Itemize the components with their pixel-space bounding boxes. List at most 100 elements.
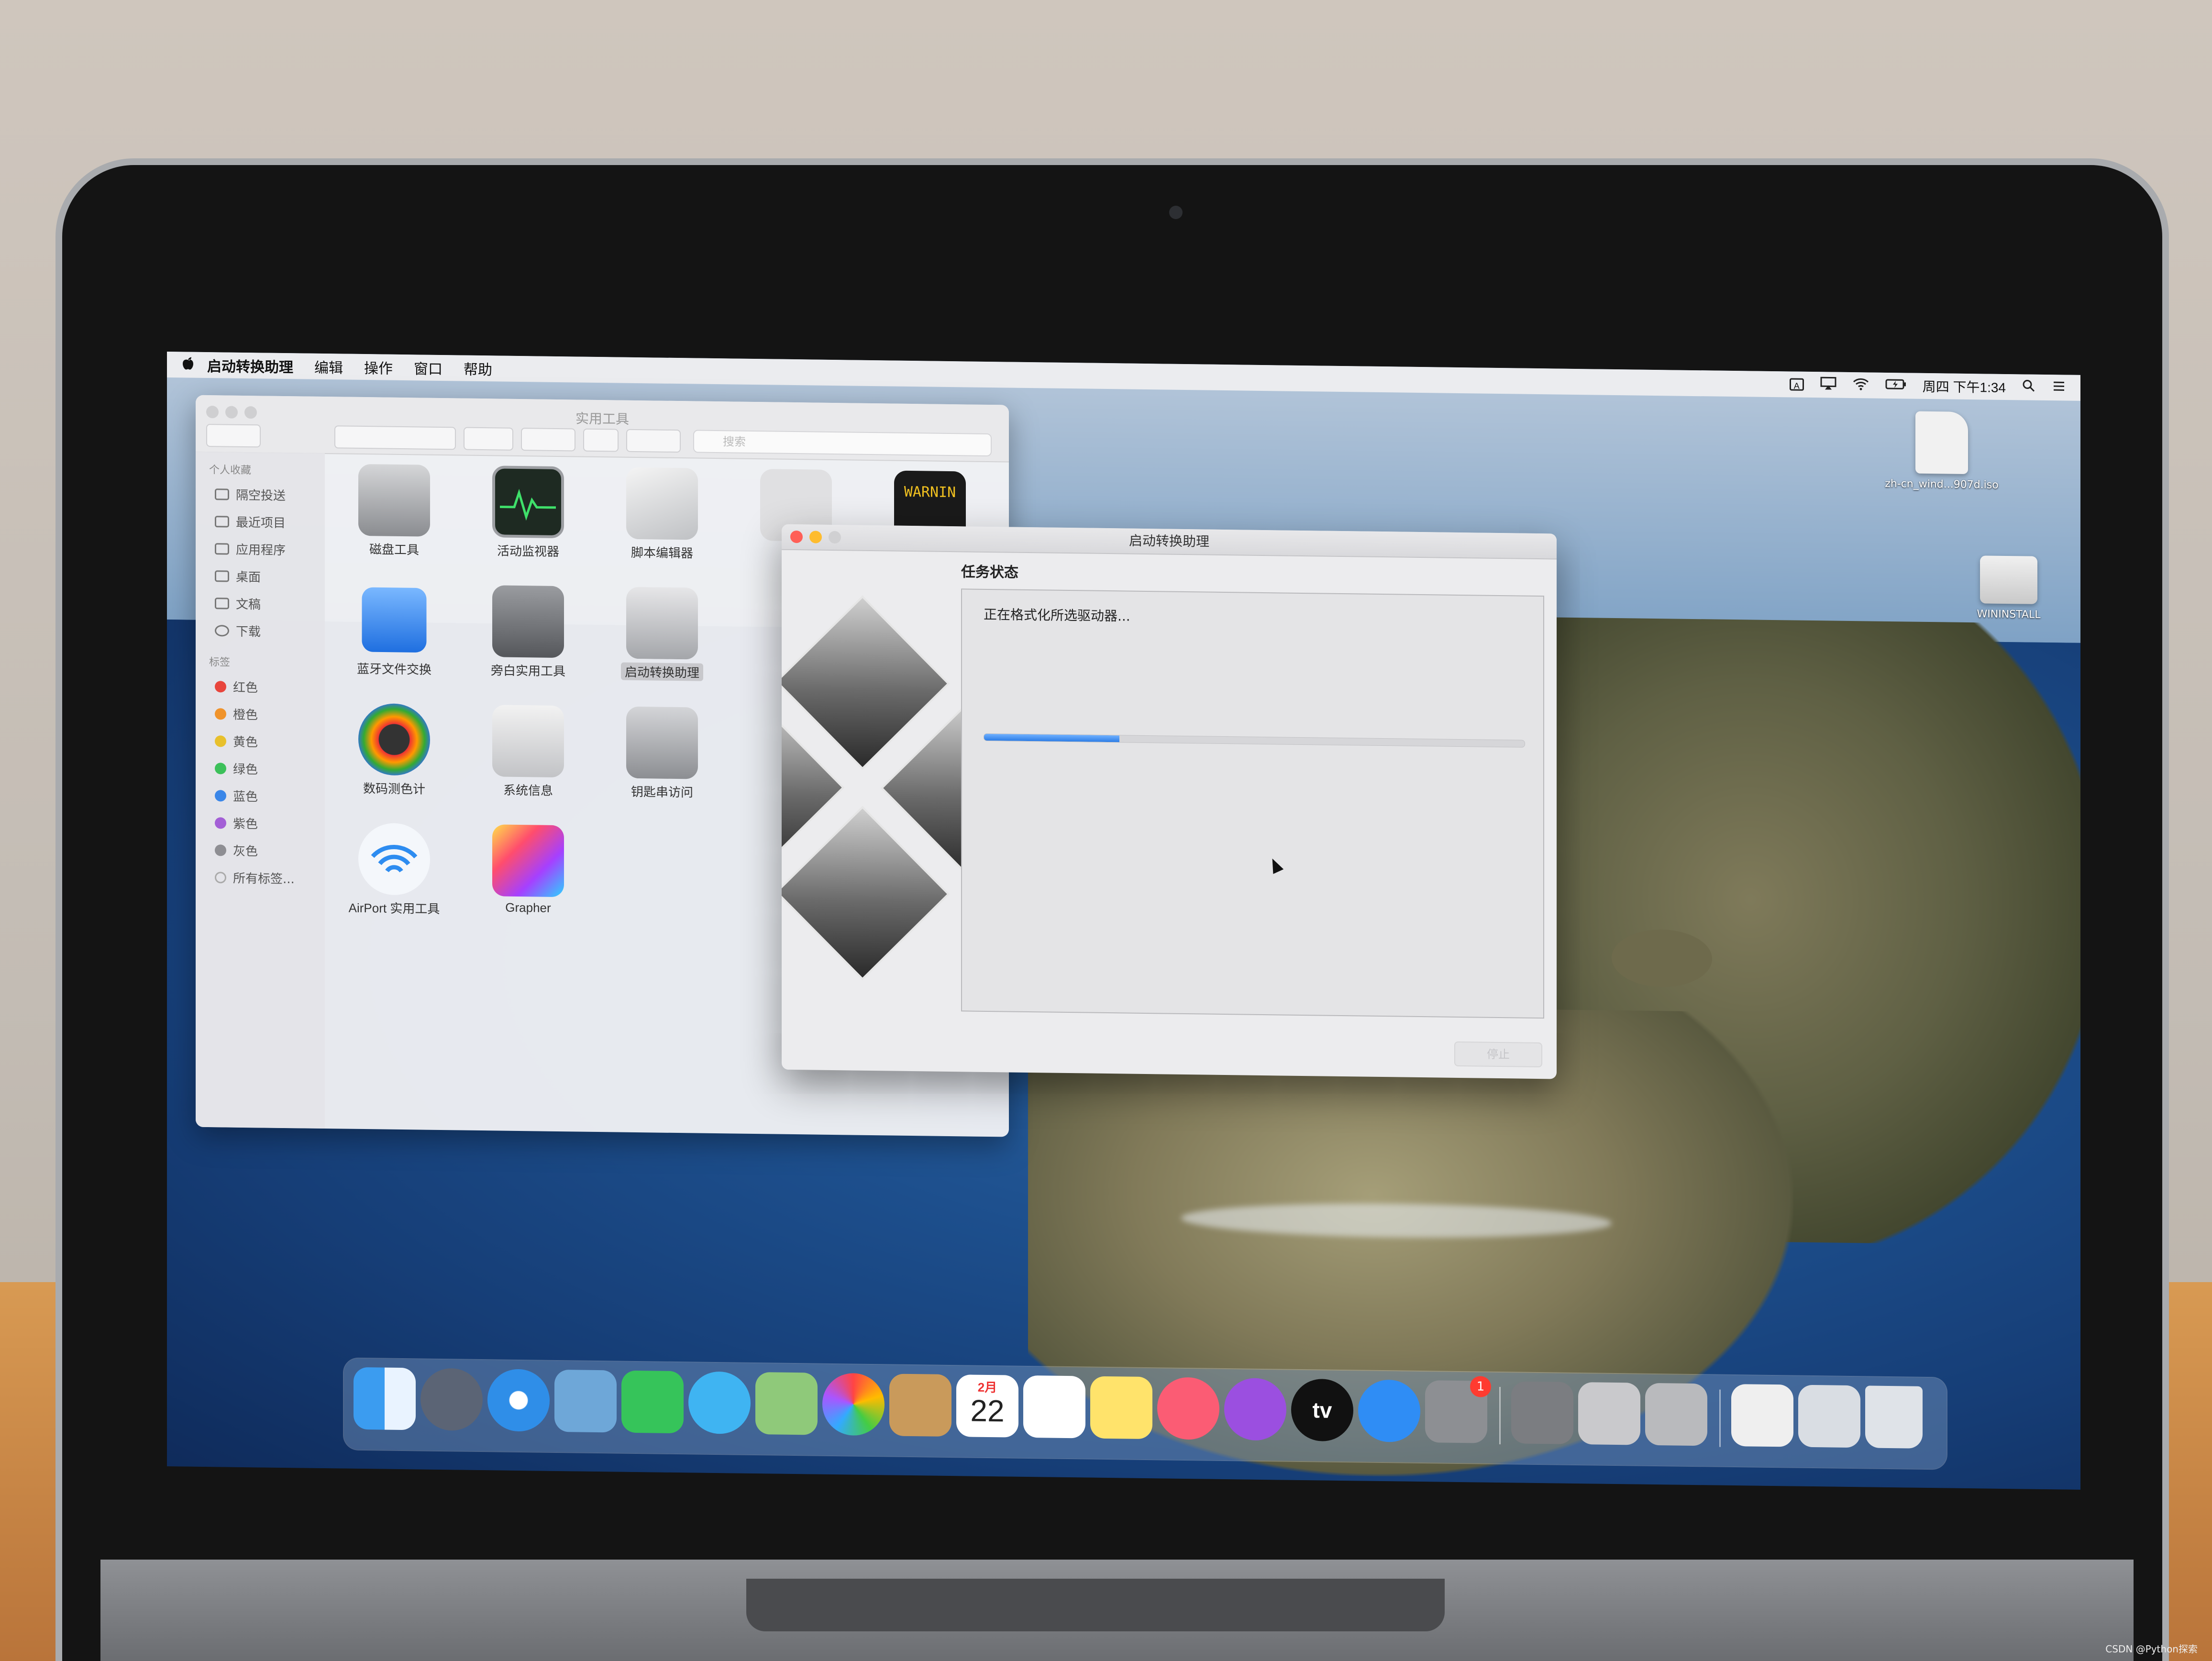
sidebar-tag-orange[interactable]: 橙色	[196, 700, 325, 729]
tags-button[interactable]	[626, 429, 681, 453]
trash-icon[interactable]	[1865, 1385, 1923, 1449]
mail-icon[interactable]	[554, 1369, 617, 1433]
app-store-icon[interactable]	[1358, 1379, 1420, 1443]
applications-icon	[215, 543, 229, 555]
file-item-voiceover-utility[interactable]: 旁白实用工具	[468, 585, 588, 692]
disk-utility-icon[interactable]	[1645, 1383, 1707, 1446]
apple-menu-icon[interactable]	[174, 355, 202, 374]
input-source-icon[interactable]: A	[1789, 378, 1804, 391]
screen: 启动转换助理 编辑 操作 窗口 帮助 A 周四 下午1:34 实用工具 搜索 个…	[167, 352, 2080, 1490]
dock-separator	[1499, 1387, 1501, 1445]
tag-color-dot	[215, 735, 226, 747]
sidebar-item-label: 桌面	[236, 570, 261, 585]
file-item-airport-utility[interactable]: AirPort 实用工具	[334, 822, 454, 929]
voiceover-icon[interactable]	[1511, 1381, 1573, 1444]
boot-camp-icon[interactable]	[1578, 1382, 1640, 1445]
progress-bar	[984, 733, 1525, 748]
messages-icon[interactable]	[688, 1371, 751, 1434]
safari-icon[interactable]	[487, 1369, 550, 1432]
file-item-label: Grapher	[505, 900, 551, 915]
file-item-bluetooth-file-exchange[interactable]: 蓝牙文件交换	[334, 583, 454, 690]
photos-icon[interactable]	[822, 1373, 885, 1436]
file-item-boot-camp-assistant[interactable]: 启动转换助理	[602, 587, 722, 693]
view-mode-buttons[interactable]	[334, 425, 456, 450]
file-item-label: 蓝牙文件交换	[356, 661, 431, 677]
sidebar-tag-blue[interactable]: 蓝色	[196, 782, 325, 810]
sidebar-item-applications[interactable]: 应用程序	[196, 535, 325, 564]
calendar-icon[interactable]: 2月 22	[956, 1374, 1018, 1438]
file-item-system-information[interactable]: 系统信息	[468, 705, 588, 811]
stop-button[interactable]: 停止	[1454, 1041, 1542, 1068]
file-item-script-editor[interactable]: 脚本编辑器	[602, 467, 722, 574]
search-input[interactable]: 搜索	[693, 430, 992, 457]
group-button[interactable]	[464, 427, 513, 451]
wifi-icon[interactable]	[1853, 377, 1869, 394]
action-gear-button[interactable]	[521, 428, 575, 452]
file-item-keychain-access[interactable]: 钥匙串访问	[602, 706, 722, 813]
documents-icon	[215, 597, 229, 609]
file-item-activity-monitor[interactable]: 活动监视器	[468, 465, 588, 572]
sidebar-item-documents[interactable]: 文稿	[196, 589, 325, 618]
file-item-disk-utility[interactable]: 磁盘工具	[334, 464, 454, 570]
notes-icon[interactable]	[1090, 1376, 1152, 1440]
desktop-item-iso[interactable]: zh-cn_wind...907d.iso	[1884, 411, 1999, 491]
music-icon[interactable]	[1157, 1377, 1219, 1440]
zoom-button[interactable]	[829, 531, 841, 544]
sidebar-item-recents[interactable]: 最近项目	[196, 508, 325, 536]
sidebar-item-label: 橙色	[233, 708, 258, 723]
apple-tv-icon[interactable]: tv	[1291, 1378, 1353, 1442]
sidebar-item-airdrop[interactable]: 隔空投送	[196, 480, 325, 509]
sidebar-item-desktop[interactable]: 桌面	[196, 562, 325, 591]
sidebar-item-label: 文稿	[236, 597, 261, 612]
file-item-digital-color-meter[interactable]: 数码测色计	[334, 703, 454, 809]
activity-monitor-icon	[492, 465, 564, 539]
menu-window[interactable]: 窗口	[414, 357, 442, 378]
finder-icon[interactable]	[354, 1367, 416, 1430]
boot-camp-title: 启动转换助理	[1128, 532, 1209, 550]
facetime-icon[interactable]	[621, 1370, 684, 1434]
document-icon[interactable]	[1731, 1384, 1793, 1447]
system-preferences-icon[interactable]: 1	[1425, 1376, 1491, 1443]
contacts-icon[interactable]	[889, 1373, 951, 1437]
back-forward-buttons[interactable]	[206, 424, 261, 448]
all-tags-icon	[215, 871, 226, 884]
downloads-icon[interactable]	[1798, 1384, 1860, 1448]
battery-icon[interactable]	[1885, 378, 1906, 394]
close-button[interactable]	[790, 530, 803, 543]
tag-color-dot	[215, 789, 226, 802]
minimize-button[interactable]	[809, 531, 822, 543]
finder-sidebar: 个人收藏 隔空投送 最近项目 应用程序 桌面 文稿 下载 标签 红色 橙色 黄色…	[196, 451, 325, 1129]
file-item-label: AirPort 实用工具	[348, 900, 440, 916]
desktop-item-label: zh-cn_wind...907d.iso	[1885, 477, 1999, 491]
sidebar-item-label: 应用程序	[236, 543, 286, 558]
downloads-icon	[215, 624, 229, 637]
menu-app-name[interactable]: 启动转换助理	[207, 354, 293, 376]
menu-help[interactable]: 帮助	[464, 358, 492, 379]
notification-center-icon[interactable]	[2052, 380, 2066, 395]
menu-edit[interactable]: 编辑	[314, 356, 343, 377]
sidebar-tag-purple[interactable]: 紫色	[196, 809, 325, 838]
menu-clock[interactable]: 周四 下午1:34	[1923, 376, 2006, 397]
grapher-icon	[492, 824, 564, 897]
file-item-grapher[interactable]: Grapher	[468, 824, 588, 931]
spotlight-icon[interactable]	[2022, 379, 2035, 396]
task-status-panel: 正在格式化所选驱动器...	[961, 588, 1544, 1019]
sidebar-tag-yellow[interactable]: 黄色	[196, 727, 325, 756]
sidebar-item-downloads[interactable]: 下载	[196, 617, 325, 645]
bluetooth-icon	[362, 587, 427, 653]
launchpad-icon[interactable]	[420, 1368, 483, 1431]
sidebar-tag-red[interactable]: 红色	[196, 673, 325, 701]
podcasts-icon[interactable]	[1224, 1378, 1286, 1441]
maps-icon[interactable]	[755, 1372, 818, 1435]
sidebar-all-tags[interactable]: 所有标签...	[196, 864, 325, 892]
reminders-icon[interactable]	[1023, 1375, 1085, 1439]
share-button[interactable]	[583, 428, 619, 452]
desktop-item-usb-drive[interactable]: WININSTALL	[1951, 555, 2066, 621]
menu-action[interactable]: 操作	[364, 356, 393, 378]
airplay-icon[interactable]	[1820, 376, 1836, 393]
sidebar-tag-green[interactable]: 绿色	[196, 754, 325, 783]
sidebar-tag-gray[interactable]: 灰色	[196, 836, 325, 865]
tag-color-dot	[215, 680, 226, 693]
desktop-icon	[215, 570, 229, 582]
file-item-label: 系统信息	[503, 783, 553, 798]
